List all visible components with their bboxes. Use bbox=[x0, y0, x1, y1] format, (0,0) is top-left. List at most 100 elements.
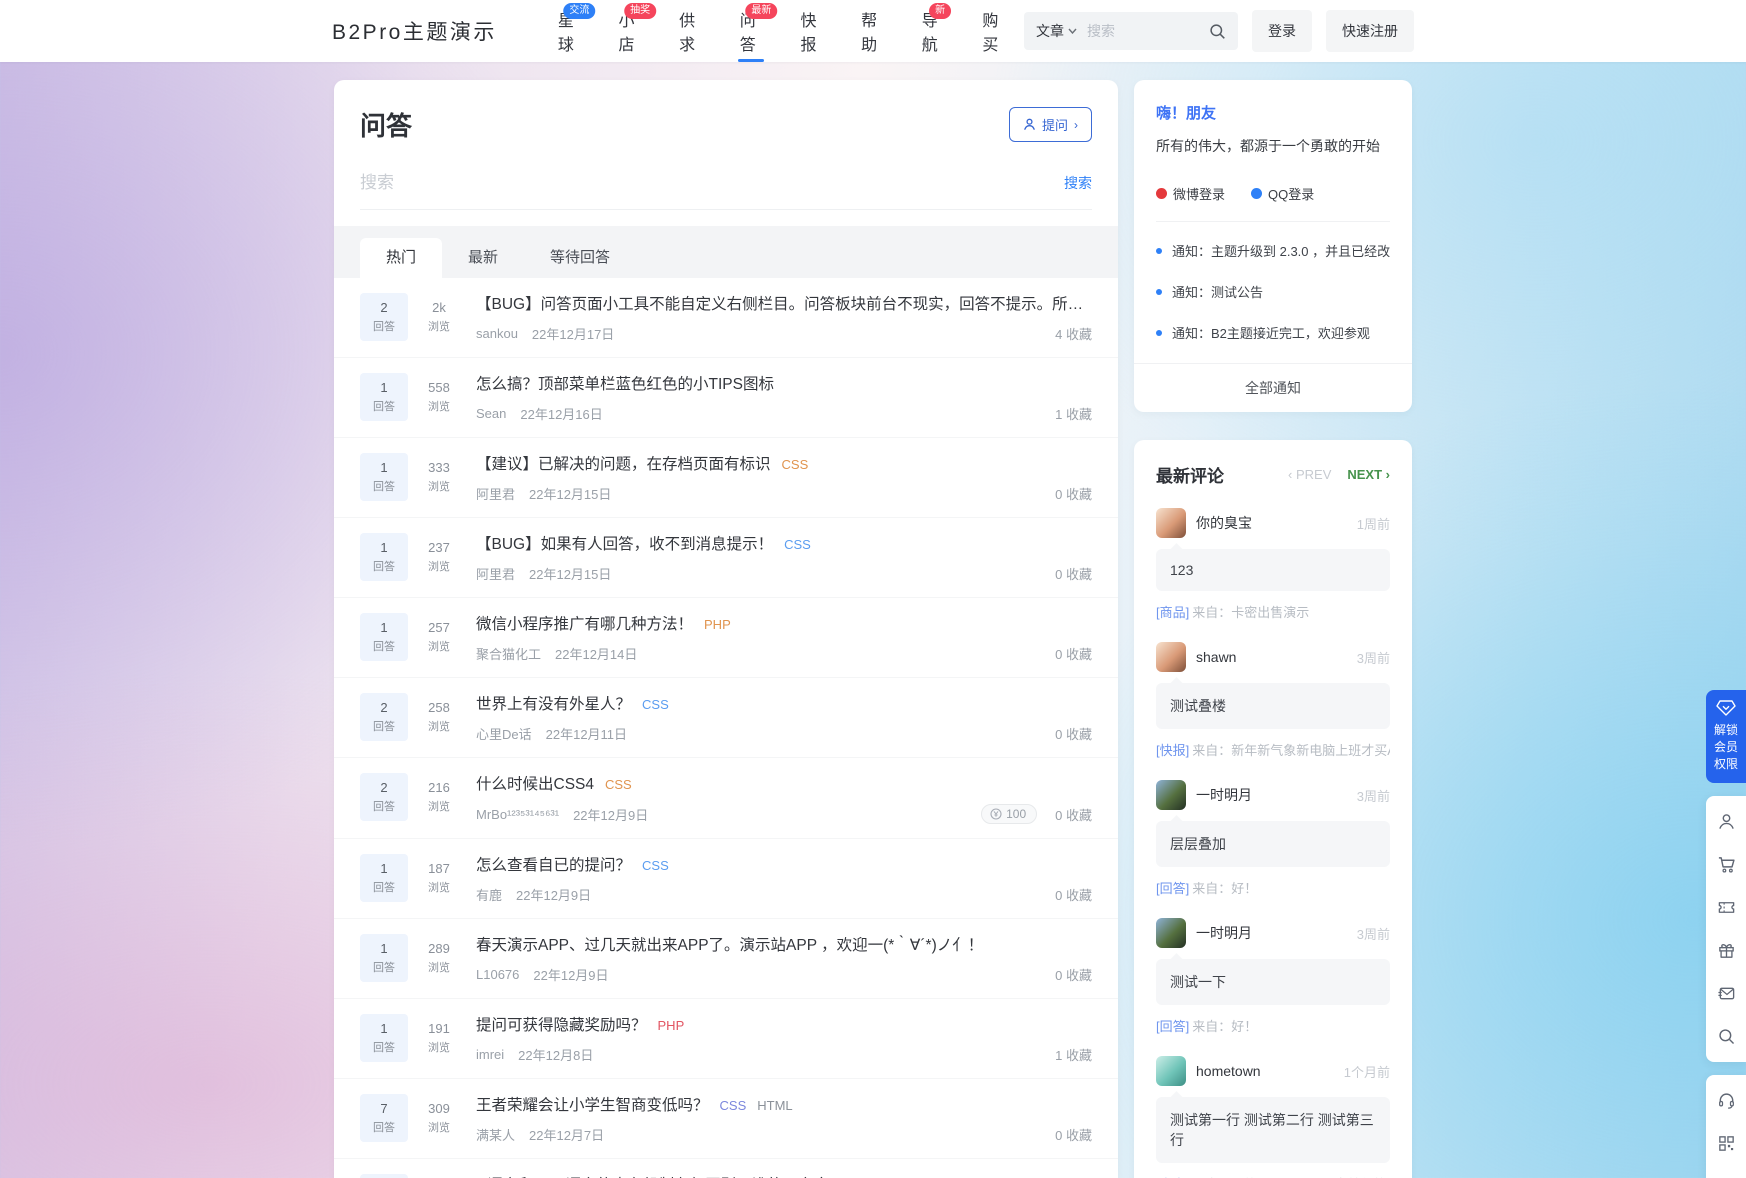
question-title[interactable]: 怎么查看自已的提问？ bbox=[476, 854, 631, 877]
question-author[interactable]: 阿里君 bbox=[476, 564, 515, 583]
qa-search-button[interactable]: 搜索 bbox=[1064, 173, 1092, 193]
question-title[interactable]: 【BUG】问答页面小工具不能自定义右侧栏目。问答板块前台不现实，回答不提示。所… bbox=[476, 293, 1083, 316]
mail-icon[interactable] bbox=[1706, 972, 1746, 1015]
question-title[interactable]: 提问可获得隐藏奖励吗？ bbox=[476, 1014, 647, 1037]
question-tag[interactable]: CSS bbox=[784, 533, 811, 556]
question-tag[interactable]: CSS bbox=[720, 1094, 747, 1117]
nav-item[interactable]: 帮助 bbox=[842, 0, 903, 62]
question-author[interactable]: Sean bbox=[476, 406, 506, 421]
comment-author[interactable]: 一时明月 bbox=[1196, 785, 1252, 805]
comment-text[interactable]: 测试第一行 测试第二行 测试第三行 bbox=[1156, 1097, 1390, 1163]
qa-tab[interactable]: 等待回答 bbox=[524, 238, 636, 278]
site-logo[interactable]: B2Pro主题演示 bbox=[332, 16, 497, 46]
navbar-search-input[interactable] bbox=[1087, 23, 1209, 39]
unlock-vip-button[interactable]: 解锁 会员 权限 bbox=[1706, 690, 1746, 783]
question-row[interactable]: 1 回答 333 浏览 【建议】已解决的问题，在存档页面有标识 CSS bbox=[334, 438, 1118, 518]
user-icon[interactable] bbox=[1706, 800, 1746, 843]
question-tag[interactable]: PHP bbox=[856, 1174, 883, 1178]
question-title[interactable]: 王者荣耀会让小学生智商变低吗？ bbox=[476, 1094, 709, 1117]
question-author[interactable]: imrei bbox=[476, 1047, 504, 1062]
notice-item[interactable]: 通知：测试公告 bbox=[1156, 271, 1390, 312]
login-button[interactable]: 登录 bbox=[1252, 10, 1312, 52]
comment-author[interactable]: hometown bbox=[1196, 1063, 1261, 1079]
question-row[interactable]: 1 回答 558 浏览 怎么搞？顶部菜单栏蓝色红色的小TIPS图标 Sean bbox=[334, 358, 1118, 438]
question-author[interactable]: 心里De话 bbox=[476, 724, 532, 743]
question-tag[interactable]: CSS bbox=[605, 773, 632, 796]
question-author[interactable]: L10676 bbox=[476, 967, 519, 982]
question-row[interactable]: 1 回答 257 浏览 微信小程序推广有哪几种方法！ PHP bbox=[334, 598, 1118, 678]
question-row[interactable]: 0 回答 219 浏览 C语言和PHP语言的内存机制有何区别？谁的更安全？ PH… bbox=[334, 1159, 1118, 1178]
nav-item[interactable]: 问答 最新 bbox=[721, 0, 782, 62]
question-author[interactable]: 满某人 bbox=[476, 1125, 515, 1144]
ticket-icon[interactable] bbox=[1706, 886, 1746, 929]
social-login-button[interactable]: 微博登录 bbox=[1156, 184, 1225, 203]
question-tag[interactable]: HTML bbox=[757, 1094, 792, 1117]
comment-author[interactable]: 你的臭宝 bbox=[1196, 513, 1252, 533]
question-date: 22年12月11日 bbox=[546, 724, 627, 743]
question-row[interactable]: 2 回答 258 浏览 世界上有没有外星人？ CSS bbox=[334, 678, 1118, 758]
comment-author[interactable]: 一时明月 bbox=[1196, 923, 1252, 943]
comment-text[interactable]: 测试叠楼 bbox=[1156, 683, 1390, 729]
register-button[interactable]: 快速注册 bbox=[1326, 10, 1414, 52]
question-title[interactable]: 什么时候出CSS4 bbox=[476, 773, 594, 796]
qa-tab[interactable]: 热门 bbox=[360, 238, 442, 278]
nav-item[interactable]: 导航 新 bbox=[903, 0, 964, 62]
gift-icon[interactable] bbox=[1706, 929, 1746, 972]
question-title[interactable]: C语言和PHP语言的内存机制有何区别？谁的更安全？ bbox=[476, 1174, 845, 1178]
question-tag[interactable]: PHP bbox=[658, 1014, 685, 1037]
question-tag[interactable]: CSS bbox=[642, 854, 669, 877]
comment-text[interactable]: 123 bbox=[1156, 549, 1390, 591]
question-title[interactable]: 【BUG】如果有人回答，收不到消息提示！ bbox=[476, 533, 773, 556]
nav-item[interactable]: 星球 交流 bbox=[539, 0, 600, 62]
cart-icon[interactable] bbox=[1706, 843, 1746, 886]
question-title[interactable]: 【建议】已解决的问题，在存档页面有标识 bbox=[476, 453, 771, 476]
question-author[interactable]: MrBo¹²³⁵³¹⁴⁵⁶³¹ bbox=[476, 807, 559, 822]
question-title[interactable]: 春天演示APP、过几天就出来APP了。演示站APP ，欢迎一(*｀∀´*)ノ亻！ bbox=[476, 934, 983, 957]
headset-icon[interactable] bbox=[1706, 1079, 1746, 1122]
nav-item[interactable]: 供求 bbox=[660, 0, 721, 62]
question-row[interactable]: 2 回答 2k 浏览 【BUG】问答页面小工具不能自定义右侧栏目。问答板块前台不… bbox=[334, 278, 1118, 358]
question-row[interactable]: 1 回答 289 浏览 春天演示APP、过几天就出来APP了。演示站APP ，欢… bbox=[334, 919, 1118, 999]
question-row[interactable]: 2 回答 216 浏览 什么时候出CSS4 CSS bbox=[334, 758, 1118, 839]
question-tag[interactable]: PHP bbox=[704, 613, 731, 636]
notice-item[interactable]: 通知：B2主题接近完工，欢迎参观 bbox=[1156, 312, 1390, 353]
question-tag[interactable]: CSS bbox=[782, 453, 809, 476]
question-tag[interactable]: CSS bbox=[642, 693, 669, 716]
all-notices-link[interactable]: 全部通知 bbox=[1134, 363, 1412, 412]
next-button[interactable]: NEXT › bbox=[1347, 467, 1390, 482]
comment-text[interactable]: 测试一下 bbox=[1156, 959, 1390, 1005]
comment-source[interactable]: [文章]来自：可能是WordPress中首创的自… bbox=[1156, 1174, 1390, 1178]
question-author[interactable]: 有鹿 bbox=[476, 885, 502, 904]
question-author[interactable]: 阿里君 bbox=[476, 484, 515, 503]
nav-item[interactable]: 小店 抽奖 bbox=[600, 0, 661, 62]
comment-source[interactable]: [回答]来自：好！ bbox=[1156, 878, 1390, 897]
question-title[interactable]: 世界上有没有外星人？ bbox=[476, 693, 631, 716]
question-row[interactable]: 1 回答 191 浏览 提问可获得隐藏奖励吗？ PHP bbox=[334, 999, 1118, 1079]
comment-source[interactable]: [商品]来自：卡密出售演示 bbox=[1156, 602, 1390, 621]
comment-source[interactable]: [快报]来自：新年新气象新电脑上班才买AM… bbox=[1156, 740, 1390, 759]
comment-text[interactable]: 层层叠加 bbox=[1156, 821, 1390, 867]
social-login-button[interactable]: QQ登录 bbox=[1251, 184, 1314, 203]
nav-item[interactable]: 购买 bbox=[963, 0, 1024, 62]
search-category-dropdown[interactable]: 文章 bbox=[1036, 21, 1077, 41]
qa-search-input[interactable] bbox=[360, 173, 1064, 193]
qrcode-icon[interactable] bbox=[1706, 1122, 1746, 1165]
search-icon[interactable] bbox=[1706, 1015, 1746, 1058]
question-author[interactable]: 聚合猫化工 bbox=[476, 644, 541, 663]
prev-button[interactable]: ‹ PREV bbox=[1288, 467, 1331, 482]
question-author[interactable]: sankou bbox=[476, 326, 518, 341]
qa-tab[interactable]: 最新 bbox=[442, 238, 524, 278]
question-row[interactable]: 1 回答 237 浏览 【BUG】如果有人回答，收不到消息提示！ CSS bbox=[334, 518, 1118, 598]
question-title[interactable]: 怎么搞？顶部菜单栏蓝色红色的小TIPS图标 bbox=[476, 373, 774, 396]
question-row[interactable]: 1 回答 187 浏览 怎么查看自已的提问？ CSS bbox=[334, 839, 1118, 919]
search-icon[interactable] bbox=[1209, 23, 1226, 40]
comment-author[interactable]: shawn bbox=[1196, 649, 1236, 665]
question-title[interactable]: 微信小程序推广有哪几种方法！ bbox=[476, 613, 693, 636]
question-row[interactable]: 7 回答 309 浏览 王者荣耀会让小学生智商变低吗？ CSS bbox=[334, 1079, 1118, 1159]
pin-icon[interactable] bbox=[1706, 1165, 1746, 1178]
ask-question-button[interactable]: 提问 › bbox=[1009, 107, 1092, 142]
notice-item[interactable]: 通知：主题升级到 2.3.0 ，并且已经改… bbox=[1156, 230, 1390, 271]
comment-source[interactable]: [回答]来自：好！ bbox=[1156, 1016, 1390, 1035]
chevron-down-icon bbox=[1068, 28, 1077, 34]
nav-item[interactable]: 快报 bbox=[781, 0, 842, 62]
